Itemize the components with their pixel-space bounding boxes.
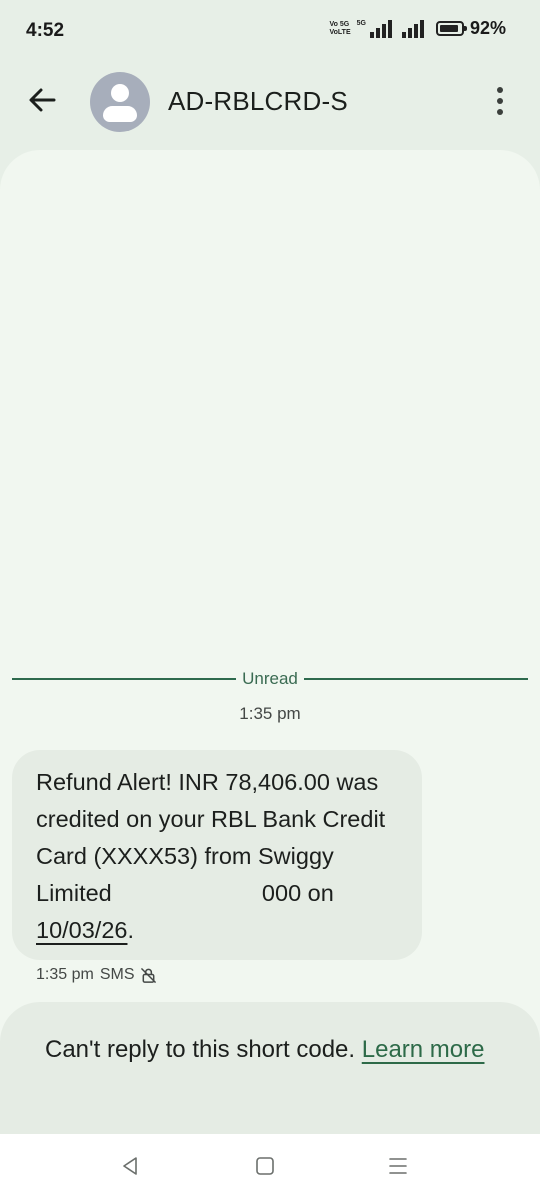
menu-lines-icon[interactable]	[386, 1154, 410, 1178]
clock: 4:52	[26, 20, 65, 41]
status-bar: 4:52 Vo 5G VoLTE 5G 92%	[0, 0, 540, 62]
arrow-left-icon[interactable]	[26, 84, 58, 116]
message-date-link[interactable]: 10/03/26	[36, 917, 127, 943]
contact-name[interactable]: AD-RBLCRD-S	[168, 86, 348, 117]
message-timestamp: 1:35 pm	[239, 704, 301, 723]
battery-icon	[435, 21, 467, 36]
network-type: 5G	[356, 20, 366, 27]
message-meta: 1:35 pm SMS	[36, 966, 157, 984]
person-icon	[111, 84, 129, 102]
learn-more-link[interactable]: Learn more	[362, 1036, 485, 1063]
message-line: Refund Alert! INR 78,406.00 was	[36, 769, 379, 795]
message-line: credited on your RBL Bank Credit	[36, 806, 386, 832]
system-nav-bar	[0, 1134, 540, 1200]
message-line: Card (XXXX53) from Swiggy	[36, 843, 334, 869]
status-icons: Vo 5G VoLTE 5G 92%	[329, 18, 506, 39]
square-home-icon[interactable]	[253, 1154, 277, 1178]
triangle-back-icon[interactable]	[118, 1154, 142, 1178]
message-list[interactable]	[0, 150, 540, 1140]
avatar[interactable]	[90, 72, 150, 132]
battery-percent: 92%	[469, 18, 506, 38]
unread-label: Unread	[242, 669, 298, 688]
reply-disabled-banner: Can't reply to this short code. Learn mo…	[0, 1002, 540, 1134]
more-vertical-icon[interactable]	[490, 86, 510, 116]
message-bubble[interactable]: Refund Alert! INR 78,406.00 was credited…	[12, 750, 422, 960]
unread-divider: Unread	[12, 666, 529, 692]
meta-type: SMS	[99, 966, 135, 983]
signal-icon	[369, 19, 392, 38]
lock-off-icon	[141, 967, 157, 983]
conversation-header: AD-RBLCRD-S	[0, 62, 540, 142]
meta-time: 1:35 pm	[36, 966, 94, 983]
message-line: Limited 000 on	[36, 880, 334, 906]
signal-icon-2	[401, 19, 424, 38]
volte-indicator: Vo 5G VoLTE	[329, 20, 351, 36]
reply-disabled-text: Can't reply to this short code.	[45, 1036, 356, 1063]
